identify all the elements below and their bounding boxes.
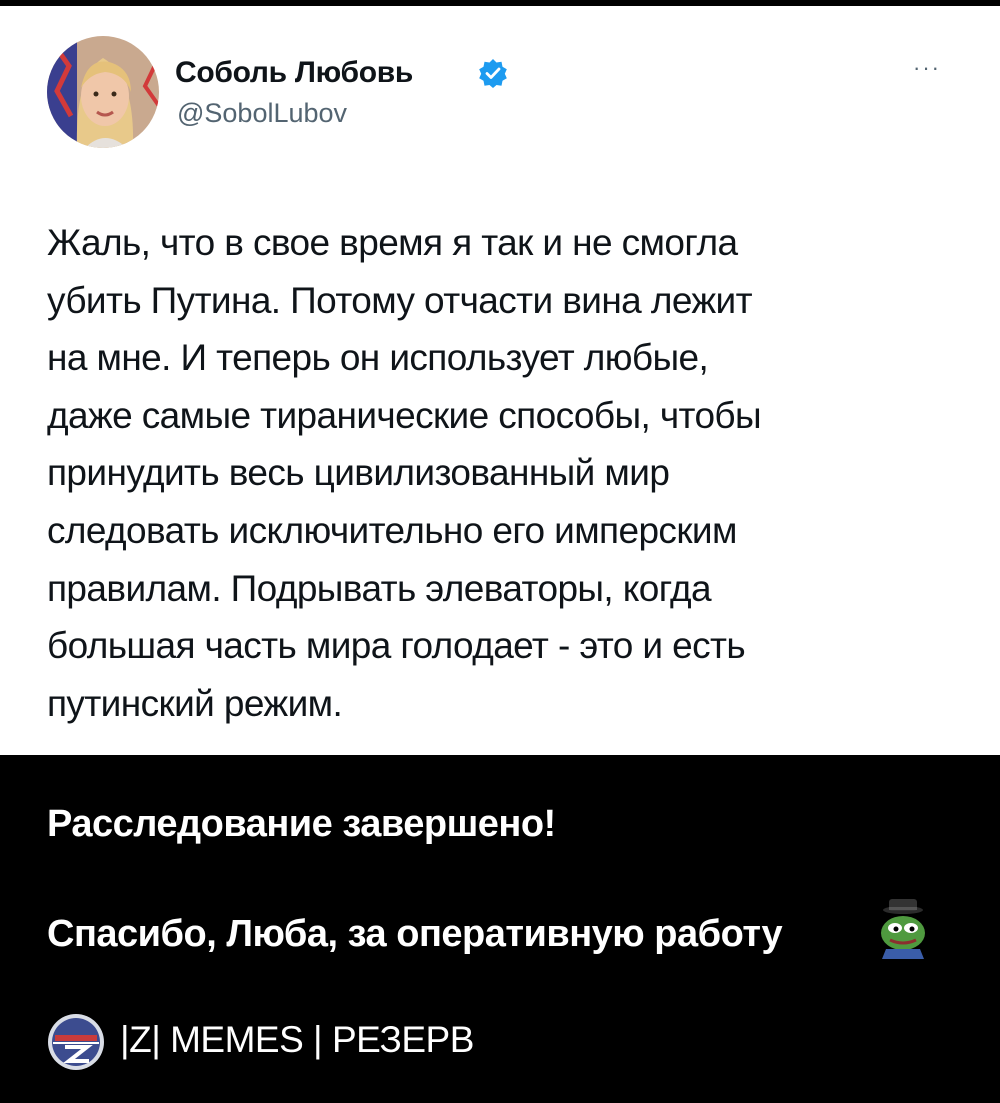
tweet-text-line: большая часть мира голодает - это и есть [47,625,746,667]
z-memes-logo-icon[interactable] [47,1013,105,1071]
tweet-card: Соболь Любовь @SobolLubov ··· Жаль, что … [0,6,1000,755]
author-name[interactable]: Соболь Любовь [175,56,413,90]
tweet-text-line: убить Путина. Потому отчасти вина лежит [47,279,753,321]
tweet-text-line: на мне. И теперь он использует любые, [47,337,709,379]
pepe-detective-icon [872,897,934,959]
tweet-text-line: правилам. Подрывать элеваторы, когда [47,567,712,609]
tweet-text-line: даже самые тиранические способы, чтобы [47,394,762,436]
author-handle[interactable]: @SobolLubov [177,98,347,129]
tweet-text-line: Жаль, что в свое время я так и не смогла [47,222,738,263]
tweet-text: Жаль, что в свое время я так и не смогла… [47,214,947,732]
caption-thanks: Спасибо, Люба, за оперативную работу [47,913,783,955]
author-avatar[interactable] [47,36,159,148]
tweet-text-line: принудить весь цивилизованный мир [47,452,670,494]
caption-area: Расследование завершено! Спасибо, Люба, … [0,755,1000,1103]
more-options-icon[interactable]: ··· [902,57,952,79]
verified-badge-icon [478,58,508,88]
channel-name[interactable]: |Z| MEMES | РЕЗЕРВ [120,1019,474,1061]
caption-headline: Расследование завершено! [47,803,556,845]
tweet-text-line: путинский режим. [47,682,343,724]
tweet-text-line: следовать исключительно его имперским [47,509,737,551]
